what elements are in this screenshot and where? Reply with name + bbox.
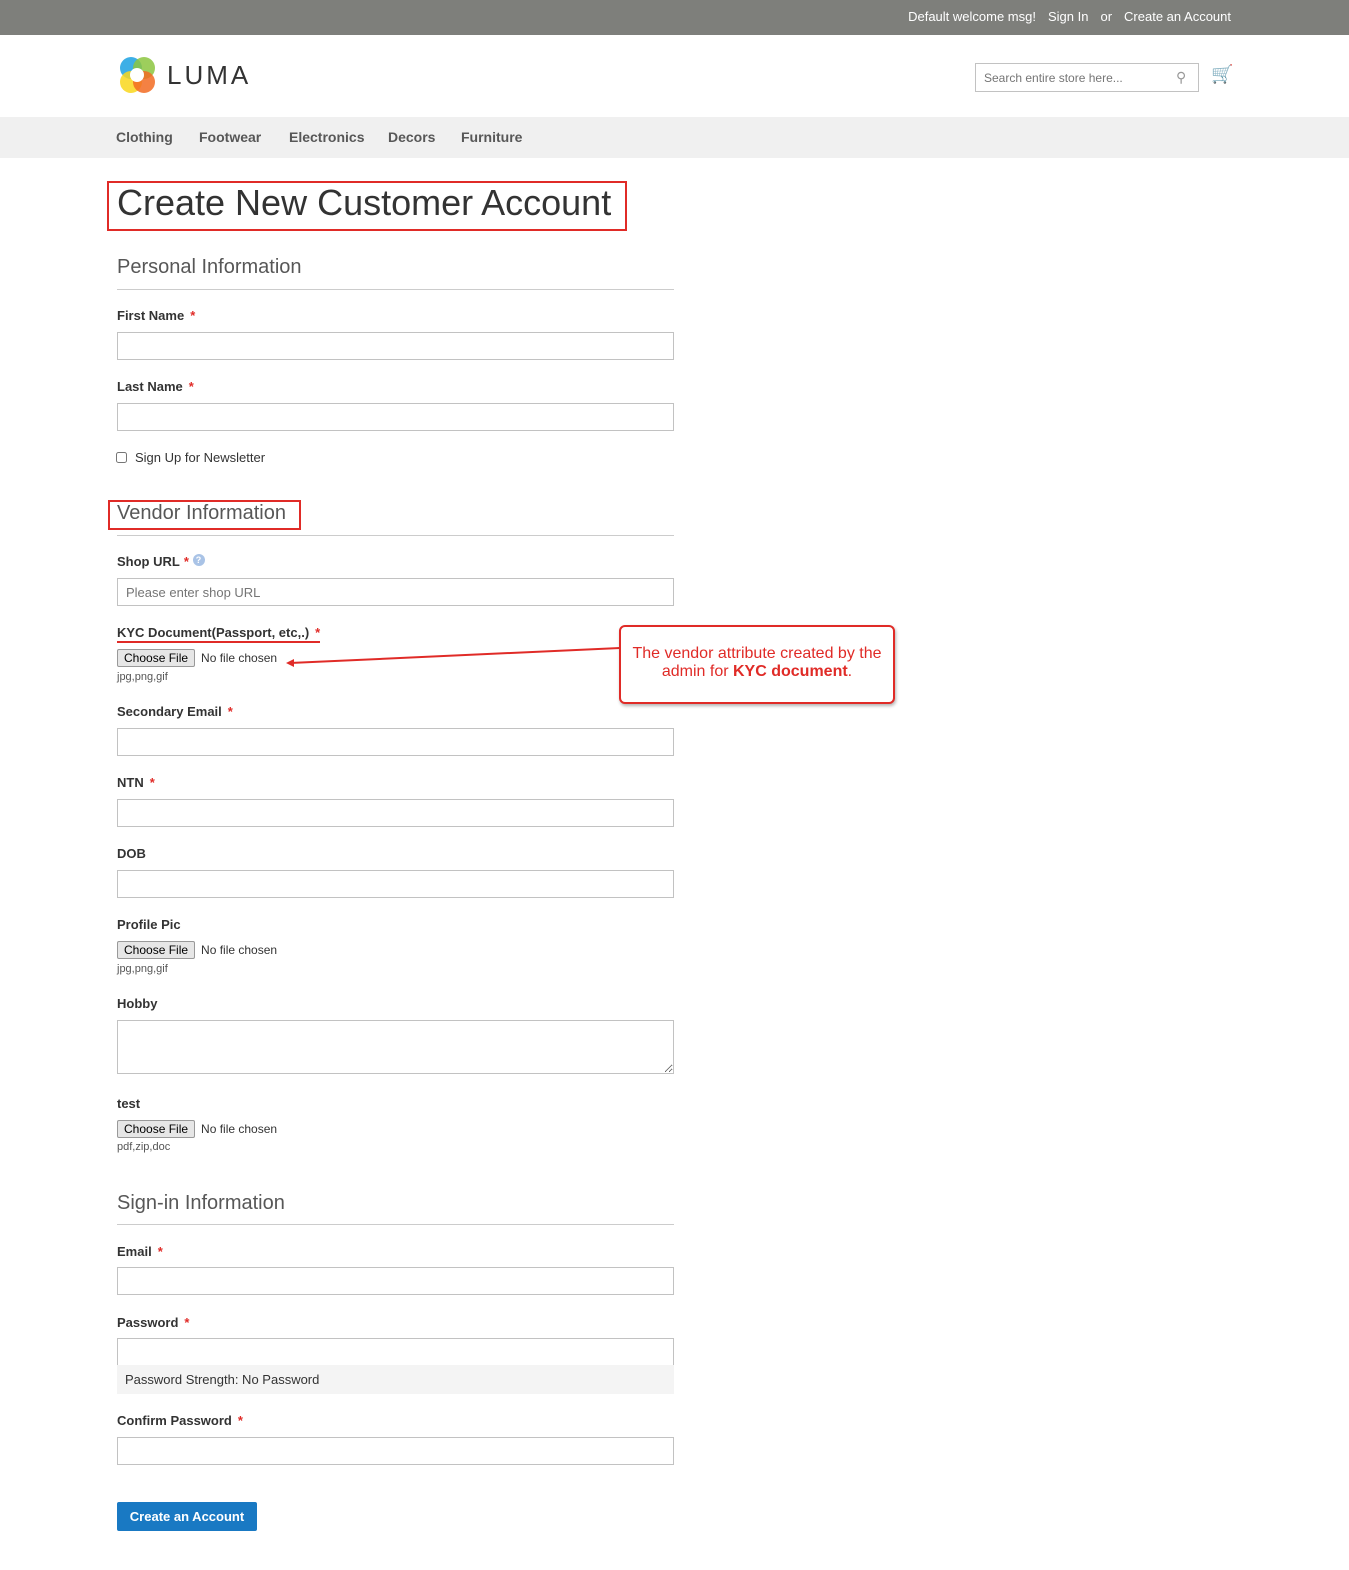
dob-input[interactable] <box>117 870 674 898</box>
header-links: Default welcome msg! Sign In or Create a… <box>908 9 1231 24</box>
first-name-label: First Name * <box>117 308 196 323</box>
first-name-input[interactable] <box>117 332 674 360</box>
shop-url-label: Shop URL * ? <box>117 554 205 569</box>
annotation-callout: The vendor attribute created by the admi… <box>619 625 895 704</box>
hobby-label: Hobby <box>117 996 158 1011</box>
email-label: Email * <box>117 1244 163 1259</box>
profile-pic-file-status: No file chosen <box>201 943 278 957</box>
divider <box>117 1224 674 1225</box>
last-name-input[interactable] <box>117 403 674 431</box>
or-text: or <box>1100 9 1113 24</box>
nav-furniture[interactable]: Furniture <box>461 129 522 145</box>
shop-url-input[interactable] <box>117 578 674 606</box>
kyc-choose-file-button[interactable]: Choose File <box>117 649 196 667</box>
luma-logo-icon <box>120 57 155 93</box>
profile-pic-label: Profile Pic <box>117 917 181 932</box>
profile-pic-choose-file-button[interactable]: Choose File <box>117 941 196 959</box>
personal-info-heading: Personal Information <box>117 256 302 278</box>
nav-decors[interactable]: Decors <box>388 129 435 145</box>
dob-label: DOB <box>117 846 146 861</box>
email-input[interactable] <box>117 1267 674 1295</box>
vendor-info-heading: Vendor Information <box>117 502 286 524</box>
create-account-button[interactable]: Create an Account <box>117 1502 257 1531</box>
profile-pic-file-input: Choose File No file chosen <box>117 941 277 959</box>
annotation-arrow <box>286 647 621 667</box>
kyc-file-input: Choose File No file chosen <box>117 649 277 667</box>
test-file-input: Choose File No file chosen <box>117 1120 277 1138</box>
password-label: Password * <box>117 1315 190 1330</box>
signin-info-heading: Sign-in Information <box>117 1192 285 1214</box>
newsletter-label[interactable]: Sign Up for Newsletter <box>135 450 265 465</box>
confirm-password-input[interactable] <box>117 1437 674 1465</box>
newsletter-checkbox[interactable] <box>116 452 127 463</box>
secondary-email-label: Secondary Email * <box>117 704 233 719</box>
nav-footwear[interactable]: Footwear <box>199 129 261 145</box>
test-choose-file-button[interactable]: Choose File <box>117 1120 196 1138</box>
search-input[interactable] <box>975 63 1199 92</box>
divider <box>117 535 674 536</box>
confirm-password-label: Confirm Password * <box>117 1413 243 1428</box>
main-nav: Clothing Footwear Electronics Decors Fur… <box>0 117 1349 158</box>
test-label: test <box>117 1096 141 1111</box>
last-name-label: Last Name * <box>117 379 194 394</box>
test-file-status: No file chosen <box>201 1122 278 1136</box>
logo-text: LUMA <box>167 59 252 90</box>
nav-clothing[interactable]: Clothing <box>116 129 173 145</box>
newsletter-row: Sign Up for Newsletter <box>116 450 265 465</box>
password-strength-meter: Password Strength: No Password <box>117 1365 674 1394</box>
profile-pic-file-types: jpg,png,gif <box>117 963 168 975</box>
help-icon[interactable]: ? <box>192 554 205 566</box>
nav-electronics[interactable]: Electronics <box>289 129 364 145</box>
hobby-textarea[interactable] <box>117 1020 674 1074</box>
ntn-label: NTN * <box>117 775 155 790</box>
test-file-types: pdf,zip,doc <box>117 1141 171 1153</box>
divider <box>117 289 674 290</box>
welcome-message: Default welcome msg! <box>908 9 1036 24</box>
logo[interactable]: LUMA <box>117 55 251 95</box>
search-icon[interactable]: ⚲ <box>1176 69 1186 86</box>
cart-icon[interactable]: 🛒 <box>1211 64 1233 85</box>
secondary-email-input[interactable] <box>117 728 674 756</box>
page-title: Create New Customer Account <box>117 182 612 223</box>
kyc-file-status: No file chosen <box>201 651 278 665</box>
create-account-link[interactable]: Create an Account <box>1124 9 1231 24</box>
sign-in-link[interactable]: Sign In <box>1048 9 1088 24</box>
ntn-input[interactable] <box>117 799 674 827</box>
password-input[interactable] <box>117 1338 674 1366</box>
kyc-file-types: jpg,png,gif <box>117 671 168 683</box>
